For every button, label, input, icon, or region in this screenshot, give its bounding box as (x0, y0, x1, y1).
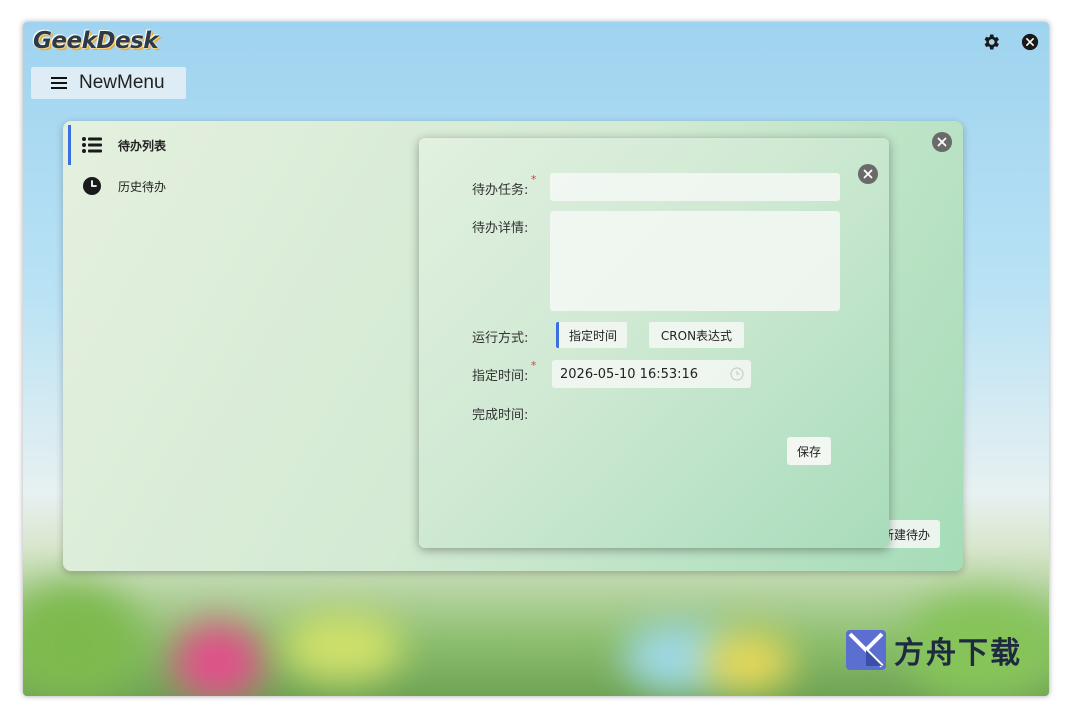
finish-time-label: 完成时间: (472, 408, 529, 423)
background-blob (703, 632, 793, 692)
new-menu-button[interactable]: NewMenu (31, 67, 186, 99)
close-icon (937, 137, 947, 147)
background-blob (173, 622, 263, 696)
run-mode-cron[interactable]: CRON表达式 (649, 322, 744, 348)
close-dialog-button[interactable] (858, 164, 878, 184)
menu-item-todo-history[interactable]: 历史待办 (68, 166, 228, 206)
required-mark: * (530, 359, 537, 372)
detail-textarea[interactable] (550, 211, 840, 311)
time-value: 2026-05-10 16:53:16 (560, 366, 699, 382)
hamburger-icon (51, 77, 67, 89)
menu-item-label: 待办列表 (118, 138, 167, 153)
close-icon (863, 169, 873, 179)
app-logo: GeekDesk (33, 28, 159, 54)
time-picker[interactable]: 2026-05-10 16:53:16 (552, 360, 751, 388)
save-button[interactable]: 保存 (787, 437, 831, 465)
clock-icon (83, 177, 101, 195)
add-todo-dialog: 待办任务: * 待办详情: 运行方式: 指定时间 CRON表达式 指定时间: *… (419, 138, 889, 548)
run-mode-specified-time[interactable]: 指定时间 (556, 322, 627, 348)
task-label: 待办任务: * (472, 173, 536, 198)
time-label-text: 指定时间: (472, 369, 529, 384)
gear-icon (984, 34, 999, 50)
run-mode-label: 运行方式: (472, 331, 529, 346)
time-label: 指定时间: * (472, 359, 536, 384)
detail-label: 待办详情: (472, 221, 529, 236)
task-input[interactable] (550, 173, 840, 201)
new-menu-label: NewMenu (79, 72, 165, 93)
close-panel-button[interactable] (932, 132, 952, 152)
close-circle-icon (1021, 33, 1039, 51)
clock-icon (730, 367, 744, 381)
watermark-text: 方舟下载 (894, 636, 1022, 671)
close-app-button[interactable] (1020, 32, 1040, 52)
watermark-logo-icon (846, 630, 886, 670)
app-window: GeekDesk NewMenu 待办列表 历史待办 新建待办 待办任务: * … (23, 22, 1049, 696)
list-icon (82, 137, 102, 153)
settings-button[interactable] (981, 32, 1001, 52)
menu-item-todo-list[interactable]: 待办列表 (68, 125, 228, 165)
watermark: 方舟下载 (846, 628, 1022, 672)
background-blob (283, 612, 403, 682)
required-mark: * (530, 173, 537, 186)
task-label-text: 待办任务: (472, 183, 529, 198)
menu-item-label: 历史待办 (118, 179, 167, 194)
background-blob (23, 582, 143, 696)
